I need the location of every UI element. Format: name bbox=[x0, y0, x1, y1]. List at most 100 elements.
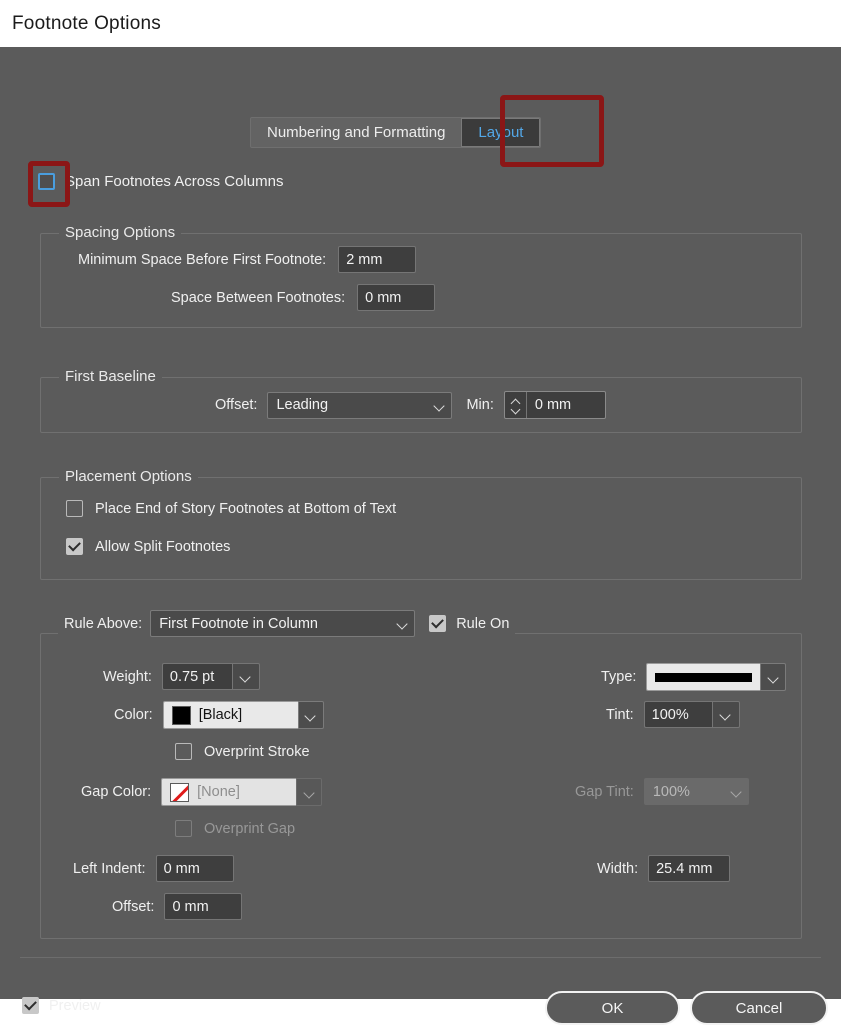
placement-options-group: Placement Options bbox=[40, 477, 802, 580]
left-indent-label: Left Indent: bbox=[73, 861, 146, 877]
overprint-gap-label: Overprint Gap bbox=[204, 821, 295, 837]
spacing-options-legend: Spacing Options bbox=[59, 224, 181, 241]
preview-row[interactable]: Preview bbox=[22, 997, 101, 1014]
footer-divider bbox=[20, 957, 821, 958]
offset-value: Leading bbox=[276, 397, 328, 413]
stroke-type-arrow[interactable] bbox=[760, 663, 786, 691]
color-dropdown[interactable]: [Black] bbox=[163, 701, 324, 729]
color-value-face[interactable]: [Black] bbox=[163, 701, 298, 729]
min-value[interactable]: 0 mm bbox=[527, 392, 579, 418]
tint-dropdown-button[interactable] bbox=[712, 701, 740, 728]
footnote-options-dialog: Numbering and Formatting Layout Span Foo… bbox=[0, 47, 841, 999]
first-baseline-offset-row: Offset: Leading Min: 0 mm bbox=[215, 391, 606, 419]
weight-dropdown-button[interactable] bbox=[232, 663, 260, 690]
allow-split-footnotes-checkbox[interactable] bbox=[66, 538, 83, 555]
gap-tint-label: Gap Tint: bbox=[575, 784, 634, 800]
chevron-down-icon[interactable] bbox=[511, 407, 520, 412]
chevron-down-icon bbox=[240, 673, 251, 680]
span-footnotes-label: Span Footnotes Across Columns bbox=[65, 173, 283, 190]
cancel-button[interactable]: Cancel bbox=[690, 991, 828, 1025]
preview-checkbox[interactable] bbox=[22, 997, 39, 1014]
tab-numbering-and-formatting[interactable]: Numbering and Formatting bbox=[251, 118, 461, 147]
type-row: Type: bbox=[601, 663, 786, 691]
window-title-bar: Footnote Options bbox=[0, 0, 841, 47]
color-dropdown-arrow[interactable] bbox=[298, 701, 324, 729]
chevron-down-icon bbox=[731, 788, 742, 795]
min-stepper[interactable] bbox=[505, 392, 527, 418]
gap-color-label: Gap Color: bbox=[81, 784, 151, 800]
gap-color-row: Gap Color: [None] bbox=[81, 778, 322, 806]
space-between-label: Space Between Footnotes: bbox=[171, 290, 345, 306]
weight-input[interactable]: 0.75 pt bbox=[162, 663, 232, 690]
offset-dropdown[interactable]: Leading bbox=[267, 392, 452, 419]
gap-color-dropdown[interactable]: [None] bbox=[161, 778, 322, 806]
space-between-input[interactable]: 0 mm bbox=[357, 284, 435, 311]
tab-layout[interactable]: Layout bbox=[461, 118, 540, 147]
minimum-space-label: Minimum Space Before First Footnote: bbox=[78, 252, 326, 268]
minimum-space-input[interactable]: 2 mm bbox=[338, 246, 416, 273]
place-end-of-story-checkbox[interactable] bbox=[66, 500, 83, 517]
solid-line-icon bbox=[655, 673, 752, 682]
color-label: Color: bbox=[114, 707, 153, 723]
gap-color-dropdown-arrow[interactable] bbox=[296, 778, 322, 806]
none-swatch-icon bbox=[170, 783, 189, 802]
overprint-stroke-row[interactable]: Overprint Stroke bbox=[175, 743, 310, 760]
left-indent-row: Left Indent: 0 mm bbox=[73, 855, 234, 882]
color-swatch-icon bbox=[172, 706, 191, 725]
tab-bar: Numbering and Formatting Layout bbox=[250, 117, 541, 148]
overprint-stroke-label: Overprint Stroke bbox=[204, 744, 310, 760]
stroke-type-dropdown[interactable] bbox=[646, 663, 786, 691]
color-row: Color: [Black] bbox=[114, 701, 324, 729]
overprint-gap-row: Overprint Gap bbox=[175, 820, 295, 837]
chevron-down-icon bbox=[434, 402, 445, 409]
rule-on-checkbox[interactable] bbox=[429, 615, 446, 632]
rule-on-label: Rule On bbox=[456, 616, 509, 632]
tint-label: Tint: bbox=[606, 707, 634, 723]
minimum-space-row: Minimum Space Before First Footnote: 2 m… bbox=[78, 246, 416, 273]
gap-color-value-face[interactable]: [None] bbox=[161, 778, 296, 806]
tint-combo[interactable]: 100% bbox=[644, 701, 740, 728]
placement-options-legend: Placement Options bbox=[59, 468, 198, 485]
overprint-gap-checkbox bbox=[175, 820, 192, 837]
place-end-of-story-row[interactable]: Place End of Story Footnotes at Bottom o… bbox=[66, 500, 396, 517]
chevron-up-icon[interactable] bbox=[511, 399, 520, 404]
rule-offset-label: Offset: bbox=[112, 899, 154, 915]
color-value: [Black] bbox=[199, 707, 243, 723]
rule-above-label: Rule Above: bbox=[64, 616, 142, 632]
space-between-row: Space Between Footnotes: 0 mm bbox=[171, 284, 435, 311]
allow-split-footnotes-label: Allow Split Footnotes bbox=[95, 539, 230, 555]
span-footnotes-row[interactable]: Span Footnotes Across Columns bbox=[38, 173, 283, 190]
chevron-down-icon bbox=[720, 711, 731, 718]
min-spinner-field[interactable]: 0 mm bbox=[504, 391, 606, 419]
span-footnotes-checkbox[interactable] bbox=[38, 173, 55, 190]
width-label: Width: bbox=[597, 861, 638, 877]
left-indent-input[interactable]: 0 mm bbox=[156, 855, 234, 882]
rule-above-legend-row: Rule Above: First Footnote in Column Rul… bbox=[58, 610, 515, 637]
rule-offset-row: Offset: 0 mm bbox=[112, 893, 242, 920]
width-input[interactable]: 25.4 mm bbox=[648, 855, 730, 882]
rule-offset-input[interactable]: 0 mm bbox=[164, 893, 242, 920]
min-label: Min: bbox=[466, 397, 493, 413]
overprint-stroke-checkbox[interactable] bbox=[175, 743, 192, 760]
tint-input[interactable]: 100% bbox=[644, 701, 712, 728]
preview-label: Preview bbox=[49, 998, 101, 1014]
place-end-of-story-label: Place End of Story Footnotes at Bottom o… bbox=[95, 501, 396, 517]
ok-button[interactable]: OK bbox=[545, 991, 680, 1025]
gap-tint-row: Gap Tint: 100% bbox=[575, 778, 749, 805]
chevron-down-icon bbox=[304, 789, 315, 796]
first-baseline-legend: First Baseline bbox=[59, 368, 162, 385]
allow-split-footnotes-row[interactable]: Allow Split Footnotes bbox=[66, 538, 230, 555]
type-label: Type: bbox=[601, 669, 636, 685]
weight-label: Weight: bbox=[103, 669, 152, 685]
gap-tint-dropdown: 100% bbox=[644, 778, 749, 805]
gap-tint-value: 100% bbox=[653, 784, 690, 800]
gap-color-value: [None] bbox=[197, 784, 240, 800]
weight-row: Weight: 0.75 pt bbox=[103, 663, 260, 690]
weight-combo[interactable]: 0.75 pt bbox=[162, 663, 260, 690]
chevron-down-icon bbox=[305, 712, 316, 719]
page-title: Footnote Options bbox=[12, 13, 161, 35]
chevron-down-icon bbox=[768, 674, 779, 681]
tint-row: Tint: 100% bbox=[606, 701, 740, 728]
chevron-down-icon bbox=[397, 620, 408, 627]
rule-above-dropdown[interactable]: First Footnote in Column bbox=[150, 610, 415, 637]
